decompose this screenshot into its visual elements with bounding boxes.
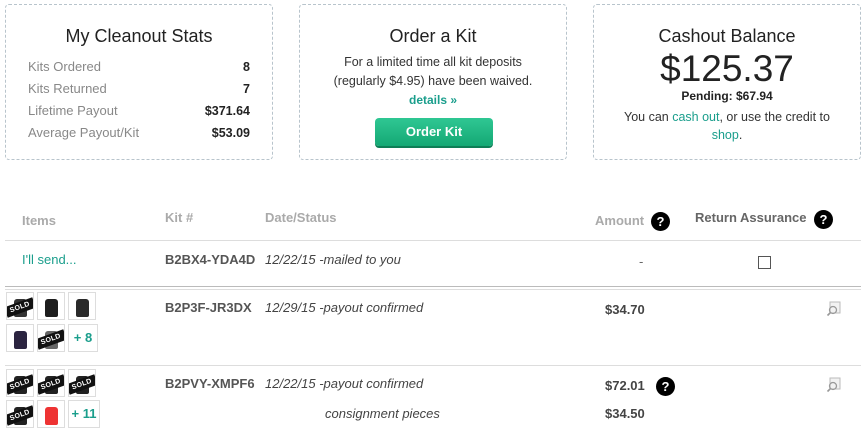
order-kit-title: Order a Kit [389, 26, 477, 46]
garment-image [45, 407, 58, 425]
stats-label: Kits Ordered [28, 59, 101, 74]
divider [5, 365, 861, 366]
return-assurance-checkbox[interactable] [758, 256, 771, 269]
kit-promo-line1: For a limited time all kit deposits [344, 55, 522, 69]
garment-image [45, 299, 58, 317]
kit-number: B2PVY-XMPF6 [165, 376, 255, 391]
item-thumbnail[interactable] [37, 292, 65, 320]
item-thumbnail[interactable]: SOLD [6, 369, 34, 397]
stats-row-kits-ordered: Kits Ordered 8 [28, 56, 250, 78]
kit-amount: $34.70 [605, 302, 645, 317]
kit-promo-line2: (regularly $4.95) have been waived. [333, 74, 533, 88]
details-link[interactable]: details » [409, 91, 457, 110]
note-text: , or use the credit to [719, 110, 830, 124]
order-kit-button[interactable]: Order Kit [375, 118, 493, 146]
stats-label: Kits Returned [28, 81, 107, 96]
item-thumbnail[interactable]: SOLD [37, 369, 65, 397]
garment-image [14, 331, 27, 349]
stats-value: $53.09 [211, 126, 250, 140]
note-text: You can [624, 110, 673, 124]
item-thumbnail[interactable]: SOLD [68, 369, 96, 397]
kit-number: B2BX4-YDA4D [165, 252, 256, 267]
stats-title: My Cleanout Stats [65, 26, 213, 46]
item-thumbnail[interactable]: SOLD [37, 324, 65, 352]
stats-label: Average Payout/Kit [28, 125, 140, 140]
stats-value: $371.64 [204, 104, 250, 118]
stats-row-lifetime-payout: Lifetime Payout $371.64 [28, 100, 250, 122]
ill-send-link[interactable]: I'll send... [22, 252, 77, 267]
kit-amount: - [639, 254, 644, 269]
order-kit-card: Order a Kit For a limited time all kit d… [299, 4, 567, 160]
item-thumbnail[interactable] [37, 400, 65, 428]
return-assurance-help-icon[interactable]: ? [814, 210, 833, 229]
kit-amount: $72.01 [605, 378, 645, 393]
stats-list: Kits Ordered 8 Kits Returned 7 Lifetime Pa… [28, 56, 250, 144]
stats-row-average-payout: Average Payout/Kit $53.09 [28, 122, 250, 144]
pending-amount: Pending: $67.94 [681, 89, 773, 103]
header-items: Items [22, 213, 56, 228]
item-thumbnail[interactable] [6, 324, 34, 352]
cashout-balance: $125.37 [660, 48, 794, 89]
header-return-assurance: Return Assurance [695, 210, 807, 225]
cash-out-link[interactable]: cash out [672, 110, 719, 124]
cashout-note: You can cash out, or use the credit to sh… [594, 108, 860, 144]
item-thumbnail[interactable] [68, 292, 96, 320]
garment-image [76, 299, 89, 317]
header-kit: Kit # [165, 210, 194, 225]
kit-status: 12/22/15 -mailed to you [265, 252, 401, 267]
stats-value: 7 [243, 82, 250, 96]
stats-row-kits-returned: Kits Returned 7 [28, 78, 250, 100]
kit-promo-text: For a limited time all kit deposits (reg… [300, 53, 566, 110]
consignment-amount: $34.50 [605, 406, 645, 421]
item-thumbnail[interactable]: SOLD [6, 292, 34, 320]
header-amount: Amount [595, 213, 645, 228]
divider [5, 289, 861, 290]
payout-help-icon[interactable]: ? [656, 377, 675, 396]
shop-link[interactable]: shop [712, 128, 739, 142]
kit-number: B2P3F-JR3DX [165, 300, 252, 315]
item-thumbnail[interactable]: SOLD [6, 400, 34, 428]
cashout-balance-card: Cashout Balance $125.37 Pending: $67.94 … [593, 4, 861, 160]
stats-label: Lifetime Payout [28, 103, 118, 118]
consignment-label: consignment pieces [325, 406, 440, 421]
kit-status: 12/29/15 -payout confirmed [265, 300, 424, 315]
magnifier-icon[interactable] [826, 377, 842, 393]
note-text: . [738, 128, 743, 142]
kit-status: 12/22/15 -payout confirmed [265, 376, 424, 391]
more-items-link[interactable]: + 8 [68, 324, 98, 352]
amount-help-icon[interactable]: ? [651, 212, 670, 231]
more-items-link[interactable]: + 11 [68, 400, 100, 428]
cleanout-stats-card: My Cleanout Stats Kits Ordered 8 Kits Ret… [5, 4, 273, 160]
stats-value: 8 [243, 60, 250, 74]
divider [5, 240, 861, 241]
cashout-title: Cashout Balance [658, 26, 796, 46]
divider [5, 286, 861, 287]
header-date-status: Date/Status [265, 210, 337, 225]
magnifier-icon[interactable] [826, 301, 842, 317]
